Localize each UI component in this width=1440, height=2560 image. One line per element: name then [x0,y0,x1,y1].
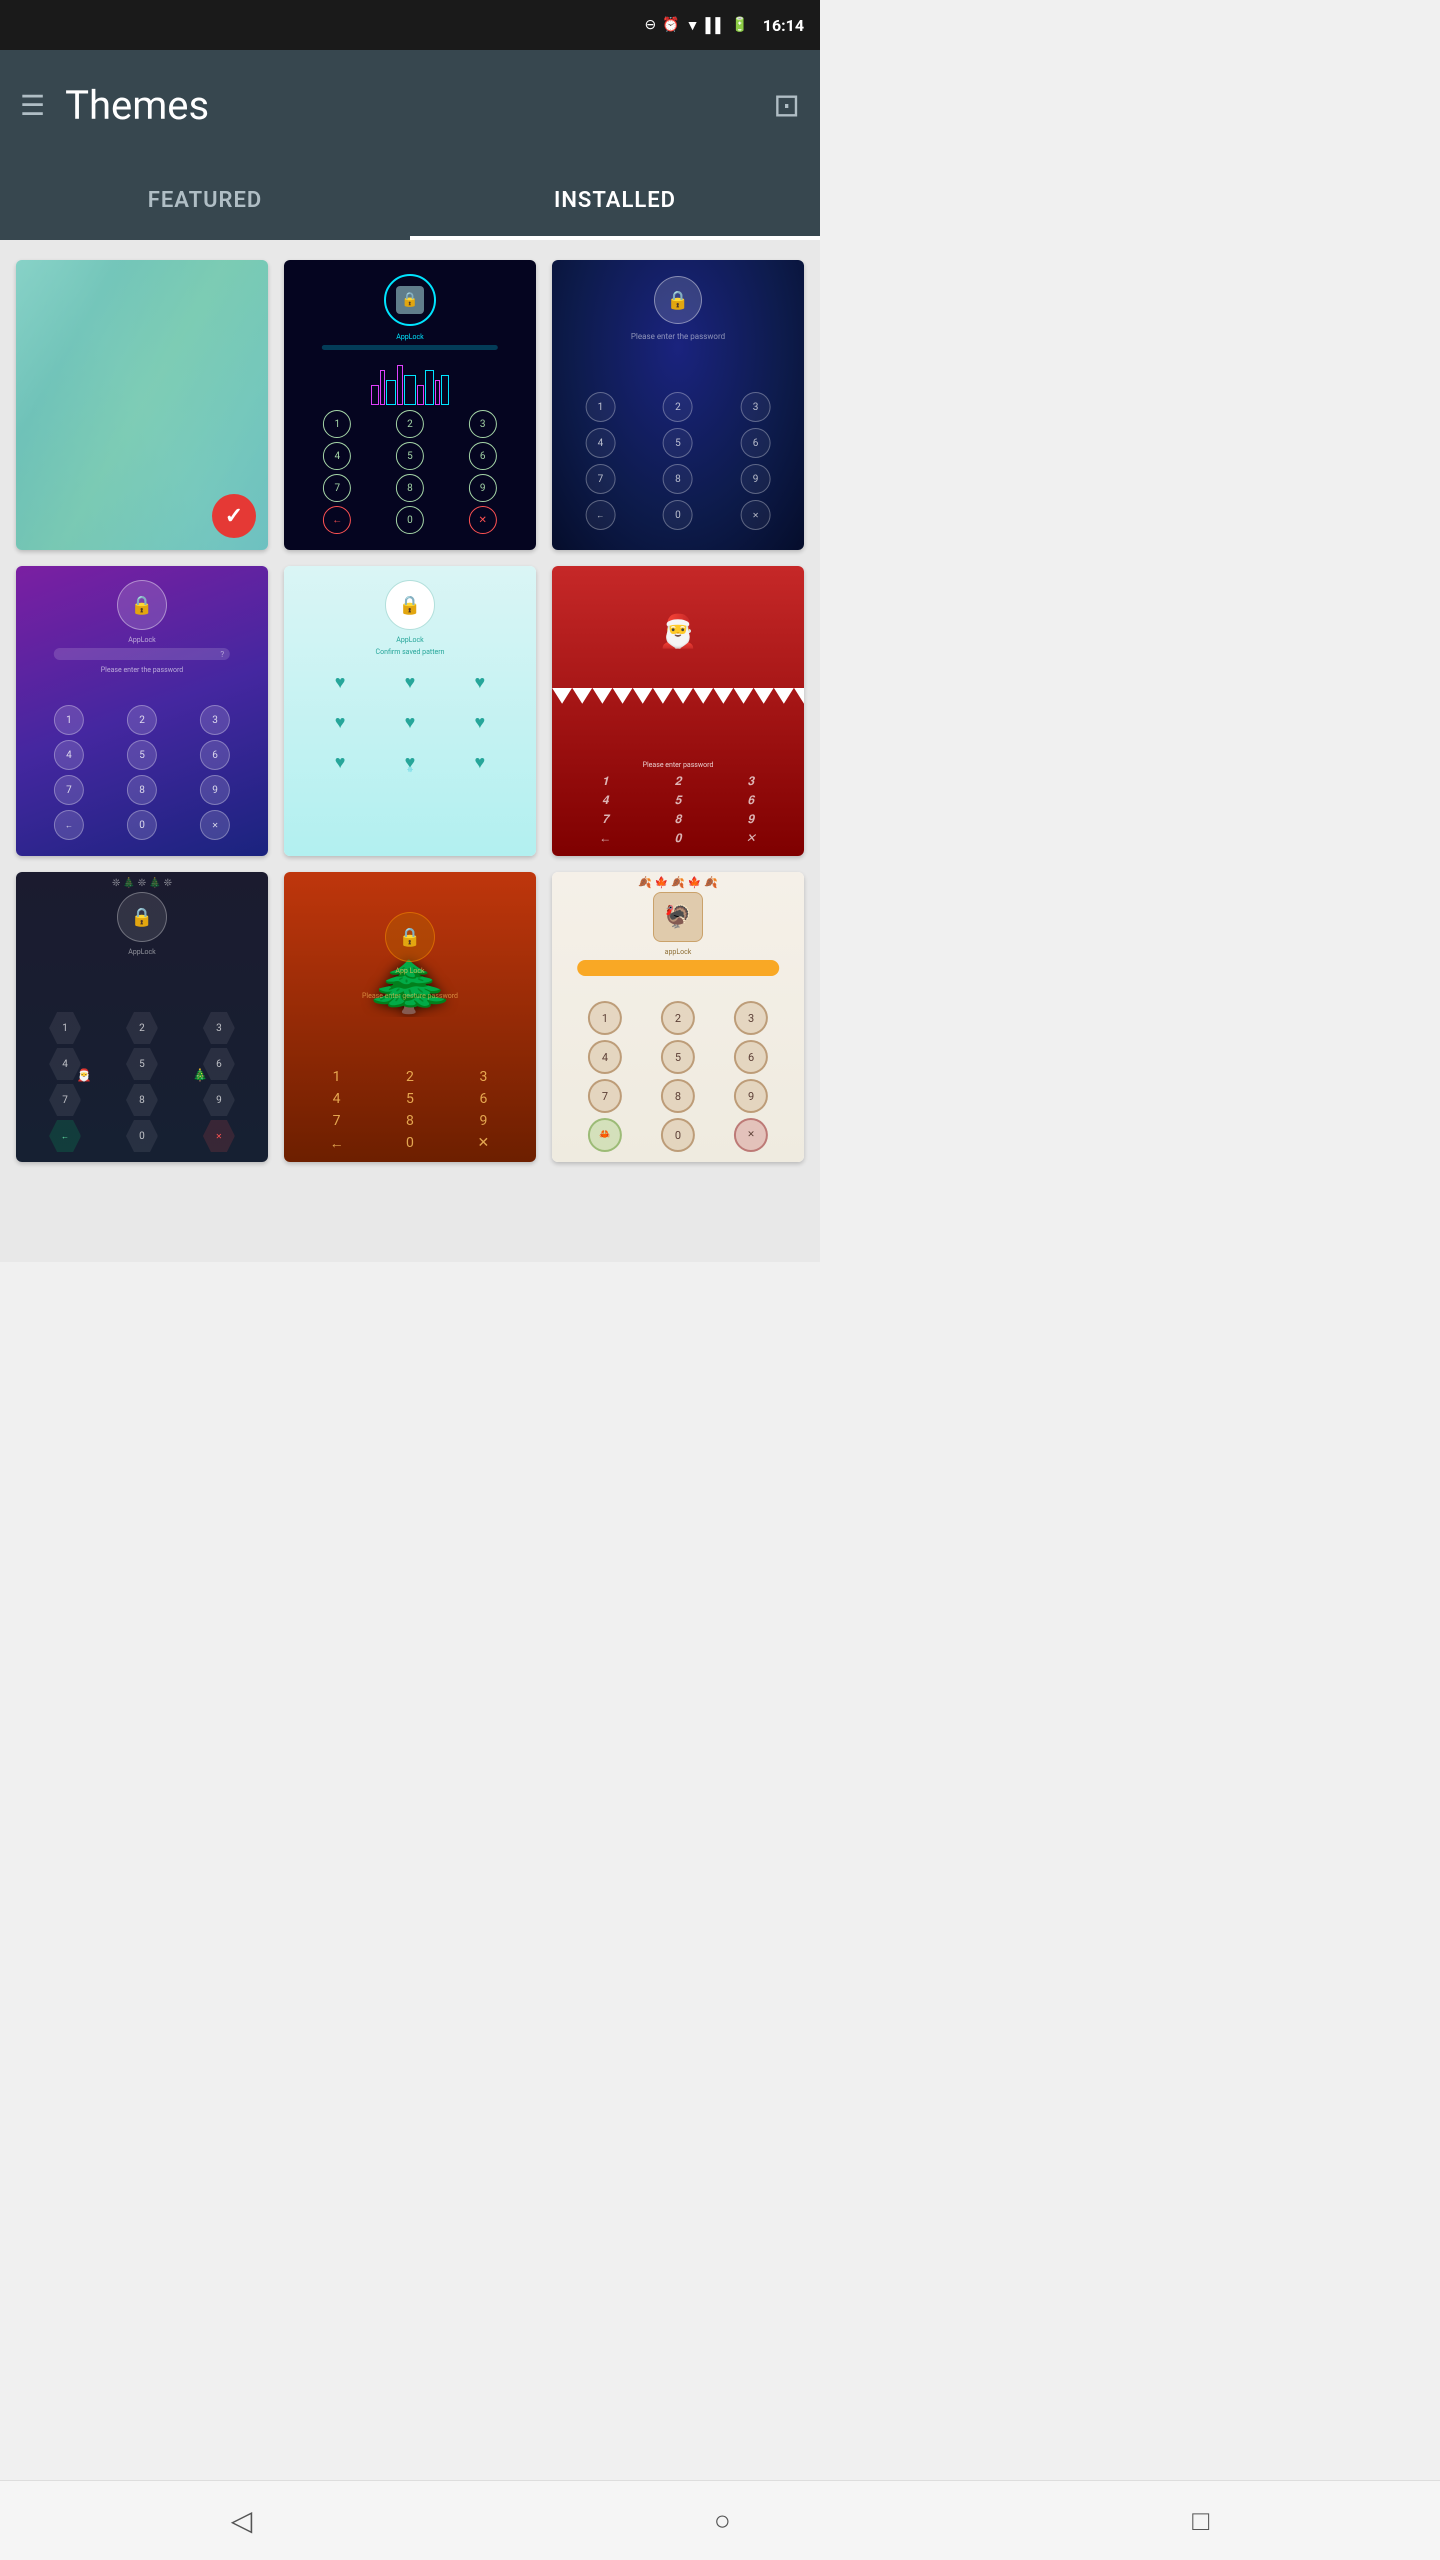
theme-preview-8: 🌲 🔒 App Lock Please enter gesture passwo… [284,872,536,1162]
signal-icon: ▌▌ [705,17,725,34]
theme-card-8[interactable]: 🌲 🔒 App Lock Please enter gesture passwo… [284,872,536,1162]
space-lock-icon: 🔒 [654,276,702,324]
selected-checkmark: ✓ [212,494,256,538]
theme-card-6[interactable]: 🎅 Please enter password 𝟏 𝟐 𝟑 𝟒 𝟓 𝟔 𝟕 𝟖 [552,566,804,856]
battery-icon: 🔋 [731,17,748,33]
app-bar-left: ☰ Themes [20,82,209,129]
neon-icon-ring: 🔒 [384,274,436,326]
alarm-icon: ⏰ [662,17,679,33]
nav-back-icon[interactable]: ◁ [231,2504,253,2537]
theme-card-1[interactable]: ✓ [16,260,268,550]
tab-installed[interactable]: INSTALLED [410,160,820,240]
xmas-santa-area: 🎅 [552,566,804,697]
wifi-icon: ▼ [686,17,700,34]
status-time: 16:14 [763,16,804,35]
theme-card-2[interactable]: 🔒 AppLock [284,260,536,550]
tab-featured[interactable]: FEATURED [0,160,410,240]
theme-preview-5: 🔒 AppLock Confirm saved pattern ♥ ♥ ♥ ♥ … [284,566,536,856]
theme-preview-3: 🔒 Please enter the password 123 456 789 … [552,260,804,550]
theme-card-3[interactable]: 🔒 Please enter the password 123 456 789 … [552,260,804,550]
themes-content: ✓ 🔒 AppLock [0,240,820,1262]
theme-preview-1: ✓ [16,260,268,550]
theme-card-7[interactable]: ❊ 🎄 ❊ 🎄 ❊ 🔒 AppLock 🎅 🎄 1 2 3 4 5 6 7 [16,872,268,1162]
theme-preview-2: 🔒 AppLock [284,260,536,550]
app-title: Themes [65,82,209,129]
menu-icon[interactable]: ☰ [20,89,45,122]
theme-preview-6: 🎅 Please enter password 𝟏 𝟐 𝟑 𝟒 𝟓 𝟔 𝟕 𝟖 [552,566,804,856]
nav-home-icon[interactable]: ○ [714,2504,731,2537]
action-icon[interactable]: ⊡ [773,86,800,124]
status-bar: ⊖ ⏰ ▼ ▌▌ 🔋 16:14 [0,0,820,50]
tabs-container: FEATURED INSTALLED [0,160,820,240]
nav-recent-icon[interactable]: □ [1192,2504,1209,2537]
space-numpad: 123 456 789 ←0✕ [565,392,792,530]
theme-card-4[interactable]: 🔒 AppLock ? Please enter the password 1 … [16,566,268,856]
themes-grid: ✓ 🔒 AppLock [16,260,804,1162]
theme-preview-7: ❊ 🎄 ❊ 🎄 ❊ 🔒 AppLock 🎅 🎄 1 2 3 4 5 6 7 [16,872,268,1162]
tab-installed-label: INSTALLED [554,188,676,213]
theme-card-5[interactable]: 🔒 AppLock Confirm saved pattern ♥ ♥ ♥ ♥ … [284,566,536,856]
theme-preview-9: 🍂 🍁 🍂 🍁 🍂 🦃 appLock 1 2 3 4 5 6 7 8 [552,872,804,1162]
space-enter-pw: Please enter the password [552,332,804,341]
theme-card-9[interactable]: 🍂 🍁 🍂 🍁 🍂 🦃 appLock 1 2 3 4 5 6 7 8 [552,872,804,1162]
theme-preview-4: 🔒 AppLock ? Please enter the password 1 … [16,566,268,856]
tab-featured-label: FEATURED [148,188,263,213]
minus-icon: ⊖ [644,17,656,33]
app-bar: ☰ Themes ⊡ [0,50,820,160]
nav-bar: ◁ ○ □ [0,2480,1440,2560]
neon-numpad: 1 2 3 4 5 6 7 8 9 ← 0 ✕ [303,410,517,534]
status-icons: ⊖ ⏰ ▼ ▌▌ 🔋 16:14 [644,16,804,35]
